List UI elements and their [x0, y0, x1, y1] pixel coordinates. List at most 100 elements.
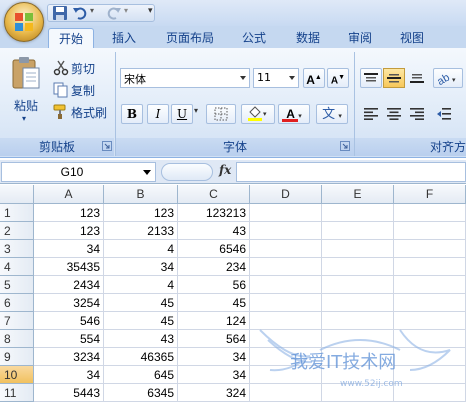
font-name-combo[interactable]: 宋体	[120, 68, 250, 88]
tab-insert[interactable]: 插入	[104, 28, 144, 48]
phonetic-button[interactable]: 文 ▾	[316, 104, 348, 124]
font-color-button[interactable]: A ▾	[278, 104, 310, 124]
cell-d2[interactable]	[250, 222, 322, 240]
align-left-button[interactable]	[360, 104, 382, 124]
cell-e6[interactable]	[322, 294, 394, 312]
decrease-indent-button[interactable]	[433, 104, 455, 124]
bold-button[interactable]: B	[121, 104, 143, 124]
cell-b8[interactable]: 43	[104, 330, 178, 348]
align-middle-button[interactable]	[383, 68, 405, 88]
row-header[interactable]: 5	[0, 276, 34, 294]
fill-color-button[interactable]: ▾	[241, 104, 275, 124]
cell-b9[interactable]: 46365	[104, 348, 178, 366]
tab-formulas[interactable]: 公式	[234, 28, 274, 48]
cell-c7[interactable]: 124	[178, 312, 250, 330]
orientation-button[interactable]: ab ▾	[433, 68, 463, 88]
tab-home[interactable]: 开始	[48, 28, 94, 48]
cell-a6[interactable]: 3254	[34, 294, 104, 312]
cell-b5[interactable]: 4	[104, 276, 178, 294]
tab-data[interactable]: 数据	[288, 28, 328, 48]
paste-button[interactable]: 粘贴	[14, 97, 38, 114]
cell-f8[interactable]	[394, 330, 466, 348]
cell-f5[interactable]	[394, 276, 466, 294]
cell-f1[interactable]	[394, 204, 466, 222]
row-header[interactable]: 8	[0, 330, 34, 348]
cell-f4[interactable]	[394, 258, 466, 276]
cell-a1[interactable]: 123	[34, 204, 104, 222]
select-all-corner[interactable]	[0, 185, 34, 204]
cell-b3[interactable]: 4	[104, 240, 178, 258]
column-header-b[interactable]: B	[104, 185, 178, 204]
cell-b11[interactable]: 6345	[104, 384, 178, 402]
cell-d3[interactable]	[250, 240, 322, 258]
cell-f7[interactable]	[394, 312, 466, 330]
cell-e5[interactable]	[322, 276, 394, 294]
cell-c11[interactable]: 324	[178, 384, 250, 402]
cell-a7[interactable]: 546	[34, 312, 104, 330]
cell-a11[interactable]: 5443	[34, 384, 104, 402]
cell-c6[interactable]: 45	[178, 294, 250, 312]
align-right-button[interactable]	[406, 104, 428, 124]
row-header[interactable]: 7	[0, 312, 34, 330]
row-header[interactable]: 10	[0, 366, 34, 384]
undo-icon[interactable]	[72, 5, 88, 21]
column-header-c[interactable]: C	[178, 185, 250, 204]
name-box[interactable]: G10	[1, 162, 156, 182]
formula-input[interactable]	[236, 162, 466, 182]
align-top-button[interactable]	[360, 68, 382, 88]
cell-d8[interactable]	[250, 330, 322, 348]
cell-e3[interactable]	[322, 240, 394, 258]
clipboard-launcher-icon[interactable]	[102, 141, 112, 151]
cell-c3[interactable]: 6546	[178, 240, 250, 258]
tab-view[interactable]: 视图	[392, 28, 432, 48]
cell-f6[interactable]	[394, 294, 466, 312]
redo-icon[interactable]	[106, 5, 122, 21]
row-header[interactable]: 11	[0, 384, 34, 402]
borders-button[interactable]	[206, 104, 236, 124]
cell-c5[interactable]: 56	[178, 276, 250, 294]
cell-b4[interactable]: 34	[104, 258, 178, 276]
cell-c10[interactable]: 34	[178, 366, 250, 384]
scissors-icon[interactable]	[53, 60, 69, 76]
column-header-e[interactable]: E	[322, 185, 394, 204]
copy-icon[interactable]	[53, 82, 69, 98]
cell-f9[interactable]	[394, 348, 466, 366]
grow-font-button[interactable]: A▲	[303, 68, 325, 88]
redo-dropdown-icon[interactable]: ▾	[124, 6, 140, 22]
cell-c2[interactable]: 43	[178, 222, 250, 240]
cell-e2[interactable]	[322, 222, 394, 240]
format-painter-icon[interactable]	[53, 104, 69, 120]
cell-e7[interactable]	[322, 312, 394, 330]
cell-d10[interactable]	[250, 366, 322, 384]
cell-f11[interactable]	[394, 384, 466, 402]
cell-d5[interactable]	[250, 276, 322, 294]
cell-a3[interactable]: 34	[34, 240, 104, 258]
office-button[interactable]	[4, 2, 44, 42]
cell-a10[interactable]: 34	[34, 366, 104, 384]
cell-d7[interactable]	[250, 312, 322, 330]
cell-a9[interactable]: 3234	[34, 348, 104, 366]
font-launcher-icon[interactable]	[340, 141, 350, 151]
formula-bar-toggle[interactable]	[161, 163, 213, 181]
cell-c4[interactable]: 234	[178, 258, 250, 276]
cell-b7[interactable]: 45	[104, 312, 178, 330]
align-bottom-button[interactable]	[406, 68, 428, 88]
cell-c8[interactable]: 564	[178, 330, 250, 348]
row-header[interactable]: 9	[0, 348, 34, 366]
cell-d1[interactable]	[250, 204, 322, 222]
row-header[interactable]: 4	[0, 258, 34, 276]
underline-button[interactable]: U	[171, 104, 193, 124]
cell-e9[interactable]	[322, 348, 394, 366]
format-painter-button[interactable]: 格式刷	[71, 104, 107, 121]
cell-f10[interactable]	[394, 366, 466, 384]
cell-e10[interactable]	[322, 366, 394, 384]
paste-icon[interactable]	[10, 56, 42, 92]
cell-d9[interactable]	[250, 348, 322, 366]
row-header[interactable]: 6	[0, 294, 34, 312]
cell-b6[interactable]: 45	[104, 294, 178, 312]
fx-icon[interactable]: fx	[219, 163, 231, 177]
cell-e1[interactable]	[322, 204, 394, 222]
cell-a4[interactable]: 35435	[34, 258, 104, 276]
font-size-combo[interactable]: 11	[253, 68, 299, 88]
cell-b1[interactable]: 123	[104, 204, 178, 222]
